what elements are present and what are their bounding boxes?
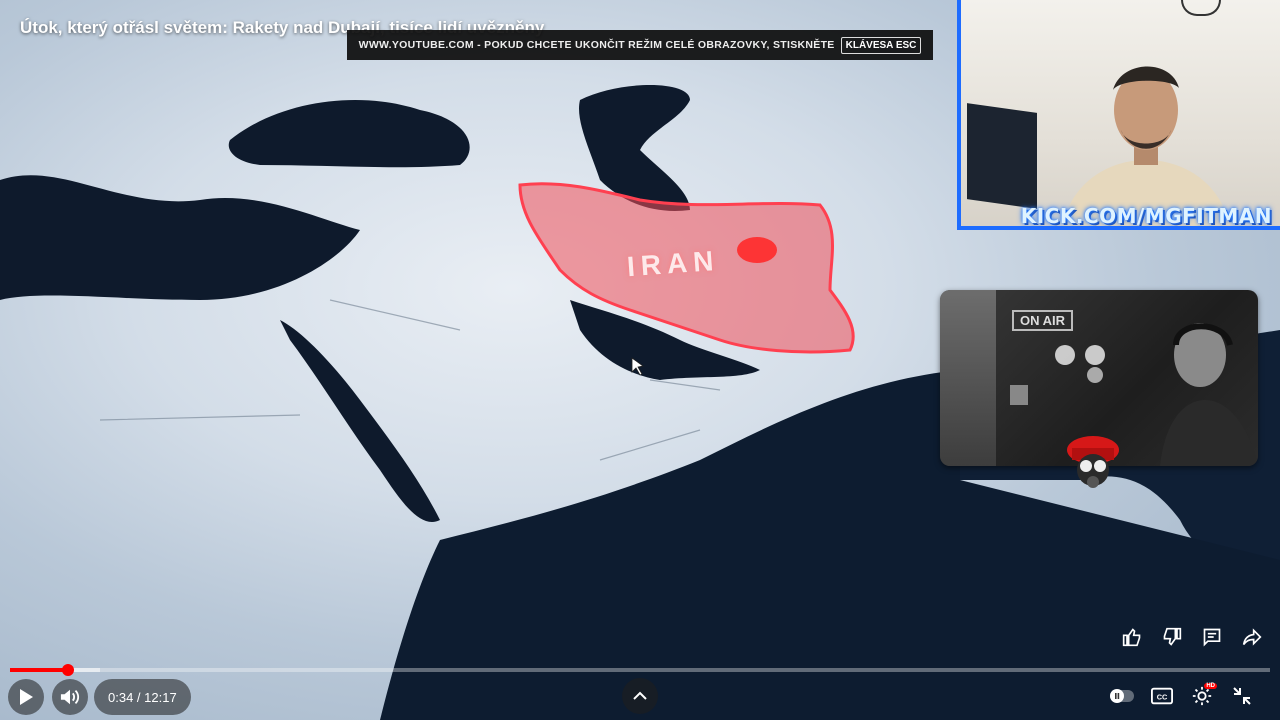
hd-badge: HD: [1204, 683, 1217, 689]
svg-text:CC: CC: [1157, 693, 1168, 702]
chevron-up-icon: [633, 691, 647, 700]
volume-button[interactable]: [52, 679, 88, 715]
streamer-avatar: [1062, 66, 1230, 226]
captions-icon: CC: [1151, 687, 1173, 705]
right-controls: CC HD: [1106, 680, 1258, 712]
video-player[interactable]: IRAN Útok, který otřásl světem: Rakety n…: [0, 0, 1280, 720]
mascot-logo: [1067, 436, 1119, 488]
expand-panel-button[interactable]: [622, 678, 658, 714]
time-display: 0:34 / 12:17: [94, 679, 191, 715]
exit-fullscreen-icon: [1233, 687, 1251, 705]
exit-fullscreen-button[interactable]: [1226, 680, 1258, 712]
video-actions: [1118, 623, 1266, 651]
comment-icon[interactable]: [1198, 623, 1226, 651]
played-bar: [10, 668, 68, 672]
esc-key-hint: KLÁVESA ESC: [840, 36, 922, 54]
time-readout: 0:34 / 12:17: [108, 689, 177, 705]
autoplay-toggle-icon: [1110, 689, 1134, 703]
ceiling-lamp: [1181, 0, 1221, 16]
volume-icon: [60, 689, 80, 705]
captions-button[interactable]: CC: [1146, 680, 1178, 712]
settings-button[interactable]: HD: [1186, 680, 1218, 712]
webcam-overlay-top: KICK.COM/MGFITMAN: [957, 0, 1280, 230]
seek-bar[interactable]: [10, 664, 1270, 676]
autoplay-toggle[interactable]: [1106, 680, 1138, 712]
fullscreen-exit-banner: WWW.YOUTUBE.COM - POKUD CHCETE UKONČIT R…: [347, 30, 933, 60]
tv-screen: [967, 103, 1037, 209]
thumbs-down-icon[interactable]: [1158, 623, 1186, 651]
thumbs-up-icon[interactable]: [1118, 623, 1146, 651]
fullscreen-banner-message: WWW.YOUTUBE.COM - POKUD CHCETE UKONČIT R…: [358, 39, 835, 51]
seek-handle[interactable]: [62, 664, 74, 676]
play-button[interactable]: [8, 679, 44, 715]
kick-channel-overlay: KICK.COM/MGFITMAN: [1020, 204, 1272, 228]
map-country-label: IRAN: [625, 244, 721, 283]
share-icon[interactable]: [1238, 623, 1266, 651]
play-icon: [20, 689, 33, 705]
